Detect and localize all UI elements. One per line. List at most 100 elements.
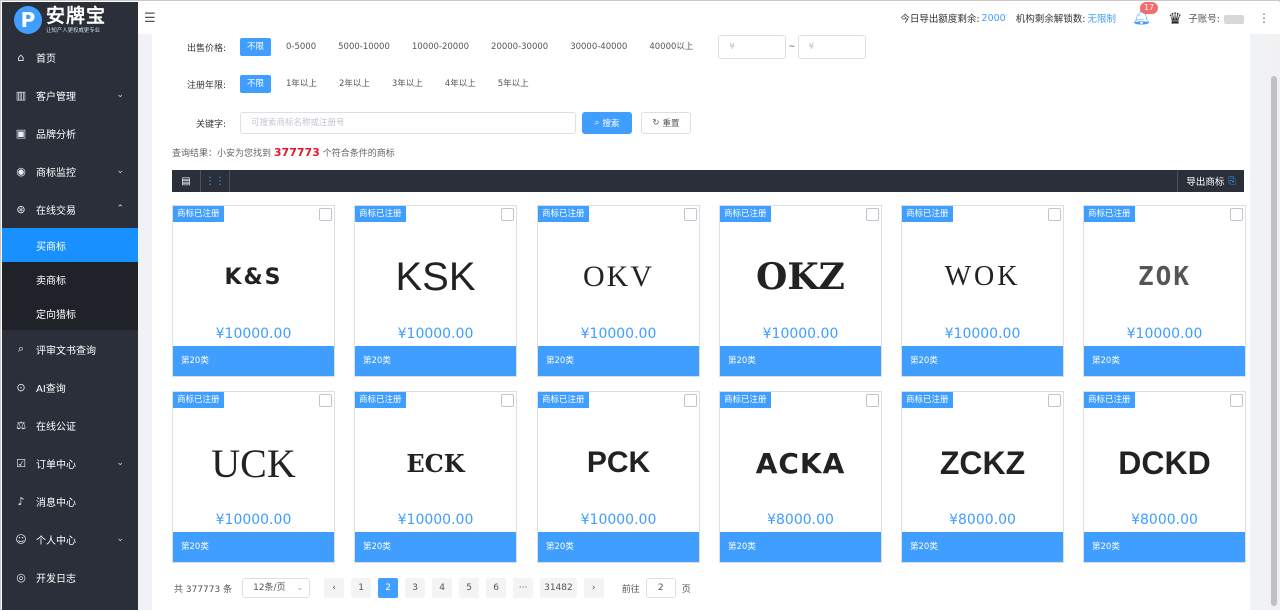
main-content: 出售价格: 不限 0-5000 5000-10000 10000-20000 20000… bbox=[138, 34, 1280, 610]
trademark-card[interactable]: 商标已注册 OKV ¥10000.00 第20类 bbox=[537, 205, 700, 377]
page-button[interactable]: 3 bbox=[405, 578, 426, 598]
sidebar-item[interactable]: ⚖ 在线公证 bbox=[2, 406, 138, 444]
sidebar-subitem[interactable]: 定向猎标 bbox=[2, 296, 138, 330]
sidebar-item[interactable]: ◉ 商标监控 ⌄ bbox=[2, 152, 138, 190]
sidebar-subitem[interactable]: 卖商标 bbox=[2, 262, 138, 296]
select-checkbox[interactable] bbox=[1048, 394, 1061, 407]
select-checkbox[interactable] bbox=[684, 394, 697, 407]
price-option[interactable]: 10000-20000 bbox=[405, 38, 476, 56]
select-checkbox[interactable] bbox=[501, 208, 514, 221]
chevron-icon: ⌄ bbox=[116, 90, 124, 100]
trademark-card[interactable]: 商标已注册 KSK ¥10000.00 第20类 bbox=[354, 205, 517, 377]
trademark-card[interactable]: 商标已注册 K&S ¥10000.00 第20类 bbox=[172, 205, 335, 377]
price-min-input[interactable]: ¥ bbox=[718, 35, 787, 59]
trademark-card[interactable]: 商标已注册 ACKA ¥8000.00 第20类 bbox=[719, 391, 882, 563]
sidebar-item[interactable]: ☺ 个人中心 ⌄ bbox=[2, 520, 138, 558]
page-button[interactable]: ··· bbox=[513, 578, 534, 598]
prev-page-button[interactable]: ‹ bbox=[324, 578, 345, 598]
sidebar-item[interactable]: ♪ 消息中心 bbox=[2, 482, 138, 520]
grid-view-icon[interactable]: ⋮⋮ bbox=[201, 170, 230, 192]
account-label[interactable]: 子账号: bbox=[1188, 11, 1244, 25]
trademark-price: ¥10000.00 bbox=[1126, 326, 1203, 342]
logo[interactable]: P 安牌宝 让知产人更权威更专业 bbox=[2, 2, 138, 38]
trademark-card[interactable]: 商标已注册 PCK ¥10000.00 第20类 bbox=[537, 391, 700, 563]
price-option[interactable]: 5000-10000 bbox=[331, 38, 397, 56]
page-size-select[interactable]: 12条/页 ⌄ bbox=[242, 578, 311, 598]
select-checkbox[interactable] bbox=[1230, 394, 1243, 407]
more-menu-icon[interactable]: ⋮ bbox=[1258, 11, 1270, 25]
collapse-menu-icon[interactable]: ☰ bbox=[144, 11, 156, 26]
monitor-icon: ▣ bbox=[15, 126, 27, 140]
sidebar-item[interactable]: ⊙ AI查询 bbox=[2, 368, 138, 406]
sidebar-item[interactable]: ☑ 订单中心 ⌄ bbox=[2, 444, 138, 482]
trademark-price: ¥8000.00 bbox=[767, 512, 834, 528]
keyword-search-input[interactable]: 可搜索商标名称或注册号 bbox=[240, 112, 576, 134]
page-button[interactable]: 6 bbox=[486, 578, 507, 598]
trademark-card[interactable]: 商标已注册 OKZ ¥10000.00 第20类 bbox=[719, 205, 882, 377]
sidebar-item[interactable]: ⌂ 首页 bbox=[2, 38, 138, 76]
page-button[interactable]: 31482 bbox=[540, 578, 577, 598]
select-checkbox[interactable] bbox=[866, 394, 879, 407]
year-option[interactable]: 不限 bbox=[240, 75, 272, 93]
price-option[interactable]: 0-5000 bbox=[279, 38, 323, 56]
sidebar-item-label: 开发日志 bbox=[36, 573, 76, 585]
reset-button[interactable]: ↻ 重置 bbox=[641, 112, 691, 134]
search-icon: ⌕ bbox=[594, 118, 600, 128]
select-checkbox[interactable] bbox=[1048, 208, 1061, 221]
topbar: ☰ 今日导出额度剩余: 2000 机构剩余解锁数: 无限制 🔔︎ 17 ♛ 子账号… bbox=[138, 2, 1280, 34]
price-option[interactable]: 不限 bbox=[240, 38, 272, 56]
trademark-class: 第20类 bbox=[538, 532, 699, 562]
price-option[interactable]: 30000-40000 bbox=[563, 38, 634, 56]
select-checkbox[interactable] bbox=[684, 208, 697, 221]
sidebar-item[interactable]: ⊛ 在线交易 ⌃ bbox=[2, 190, 138, 228]
trademark-price: ¥8000.00 bbox=[949, 512, 1016, 528]
sidebar-item[interactable]: ▥ 客户管理 ⌄ bbox=[2, 76, 138, 114]
page-button[interactable]: 1 bbox=[351, 578, 372, 598]
goto-page-input[interactable]: 2 bbox=[645, 578, 676, 598]
export-trademarks-button[interactable]: 导出商标 ⎘ bbox=[1177, 170, 1244, 192]
scrollbar-thumb[interactable] bbox=[1271, 76, 1277, 606]
page-button[interactable]: 4 bbox=[432, 578, 453, 598]
trademark-card[interactable]: 商标已注册 ZOK ¥10000.00 第20类 bbox=[1083, 205, 1246, 377]
year-option[interactable]: 3年以上 bbox=[385, 75, 430, 93]
sidebar-item[interactable]: ⌕ 评审文书查询 bbox=[2, 330, 138, 368]
trademark-class: 第20类 bbox=[720, 532, 881, 562]
trademark-card[interactable]: 商标已注册 WOK ¥10000.00 第20类 bbox=[901, 205, 1064, 377]
page-button[interactable]: 5 bbox=[459, 578, 480, 598]
year-option[interactable]: 5年以上 bbox=[491, 75, 536, 93]
select-checkbox[interactable] bbox=[319, 208, 332, 221]
sidebar-menu: ⌂ 首页 ▥ 客户管理 ⌄ ▣ 品牌分析 ◉ 商标监控 ⌄ ⊛ 在线交易 ⌃ 买商标 卖商标 定向猎标 ⌕ 评审文… bbox=[2, 38, 138, 596]
keyword-label: 关键字: bbox=[195, 119, 226, 130]
notification-bell-icon[interactable]: 🔔︎ 17 bbox=[1132, 2, 1159, 28]
trademark-name: ZCKZ bbox=[939, 444, 1026, 481]
price-option[interactable]: 20000-30000 bbox=[484, 38, 555, 56]
trademark-card[interactable]: 商标已注册 ZCKZ ¥8000.00 第20类 bbox=[901, 391, 1064, 563]
chevron-icon: ⌄ bbox=[116, 166, 124, 176]
next-page-button[interactable]: › bbox=[583, 578, 604, 598]
scrollbar[interactable] bbox=[1269, 34, 1279, 610]
trademark-price: ¥10000.00 bbox=[215, 512, 292, 528]
year-option[interactable]: 2年以上 bbox=[332, 75, 377, 93]
select-checkbox[interactable] bbox=[1230, 208, 1243, 221]
search-button[interactable]: ⌕ 搜索 bbox=[582, 112, 632, 134]
trademark-card[interactable]: 商标已注册 ECK ¥10000.00 第20类 bbox=[354, 391, 517, 563]
year-option[interactable]: 4年以上 bbox=[438, 75, 483, 93]
trademark-mark: WOK bbox=[902, 242, 1063, 312]
trademark-card[interactable]: 商标已注册 UCK ¥10000.00 第20类 bbox=[172, 391, 335, 563]
select-checkbox[interactable] bbox=[319, 394, 332, 407]
result-count: 377773 bbox=[273, 146, 320, 159]
chevron-icon: ⌄ bbox=[116, 534, 124, 544]
list-view-icon[interactable]: ▤ bbox=[172, 170, 201, 192]
trademark-mark: DCKD bbox=[1084, 428, 1245, 498]
trademark-card[interactable]: 商标已注册 DCKD ¥8000.00 第20类 bbox=[1083, 391, 1246, 563]
year-option[interactable]: 1年以上 bbox=[279, 75, 324, 93]
price-option[interactable]: 40000以上 bbox=[642, 38, 700, 56]
price-max-input[interactable]: ¥ bbox=[797, 35, 866, 59]
unlock-label: 机构剩余解锁数: bbox=[1015, 14, 1086, 25]
page-button[interactable]: 2 bbox=[378, 578, 399, 598]
sidebar-item[interactable]: ▣ 品牌分析 bbox=[2, 114, 138, 152]
sidebar-item[interactable]: ◎ 开发日志 bbox=[2, 558, 138, 596]
select-checkbox[interactable] bbox=[866, 208, 879, 221]
sidebar-subitem[interactable]: 买商标 bbox=[2, 228, 138, 262]
select-checkbox[interactable] bbox=[501, 394, 514, 407]
